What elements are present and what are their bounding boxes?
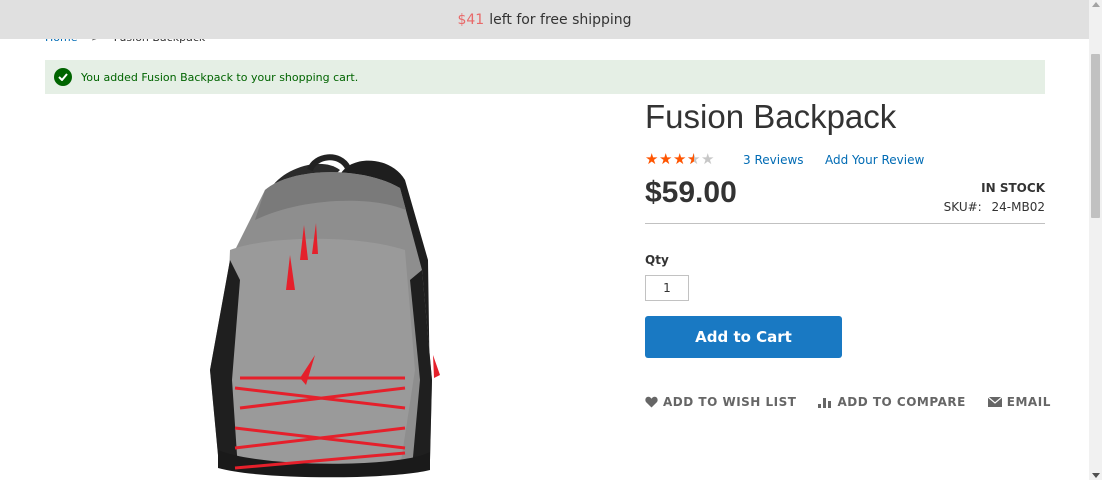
envelope-icon [987, 397, 1002, 407]
product-rating: ★ ★ ★ ★ ★ ★ [645, 150, 715, 168]
rating-stars: ★ ★ ★ ★ ★ ★ [645, 150, 715, 168]
product-actions: ADD TO WISH LIST ADD TO COMPARE EMAIL [645, 395, 1073, 409]
qty-input[interactable]: 1 [645, 275, 689, 301]
page-scrollbar[interactable] [1089, 0, 1102, 480]
success-message: You added Fusion Backpack to your shoppi… [45, 60, 1045, 94]
bar-chart-icon [818, 398, 832, 408]
reviews-link[interactable]: 3 Reviews [743, 153, 804, 167]
shipping-amount: $41 [457, 11, 485, 28]
product-price: $59.00 [645, 176, 737, 209]
scroll-down-arrow[interactable] [1092, 473, 1100, 478]
scroll-up-arrow[interactable] [1092, 2, 1100, 7]
product-title: Fusion Backpack [645, 98, 897, 135]
star-icon: ★ [673, 150, 687, 168]
sku-value: 24-MB02 [991, 200, 1045, 214]
free-shipping-bar: $41 left for free shipping [0, 0, 1089, 39]
star-icon: ★ [701, 150, 715, 168]
star-icon: ★ [659, 150, 673, 168]
product-image[interactable] [200, 150, 470, 480]
divider [645, 223, 1045, 224]
email-link[interactable]: EMAIL [987, 395, 1051, 409]
check-icon [54, 68, 72, 86]
add-review-link[interactable]: Add Your Review [825, 153, 924, 167]
compare-label: ADD TO COMPARE [837, 395, 966, 409]
wishlist-label: ADD TO WISH LIST [663, 395, 797, 409]
stock-status: IN STOCK [981, 181, 1045, 195]
star-icon: ★ [645, 150, 659, 168]
add-to-compare-link[interactable]: ADD TO COMPARE [818, 395, 965, 409]
sku: SKU#: 24-MB02 [944, 200, 1045, 214]
email-label: EMAIL [1006, 395, 1051, 409]
scrollbar-thumb[interactable] [1091, 54, 1100, 218]
backpack-image [210, 154, 440, 478]
success-message-text: You added Fusion Backpack to your shoppi… [81, 70, 359, 84]
star-icon: ★ ★ [687, 150, 701, 168]
heart-icon [645, 396, 658, 408]
sku-label: SKU#: [943, 200, 982, 214]
shipping-text: left for free shipping [489, 11, 632, 28]
qty-label: Qty [645, 253, 669, 267]
add-to-wishlist-link[interactable]: ADD TO WISH LIST [645, 395, 796, 409]
add-to-cart-button[interactable]: Add to Cart [645, 316, 842, 358]
